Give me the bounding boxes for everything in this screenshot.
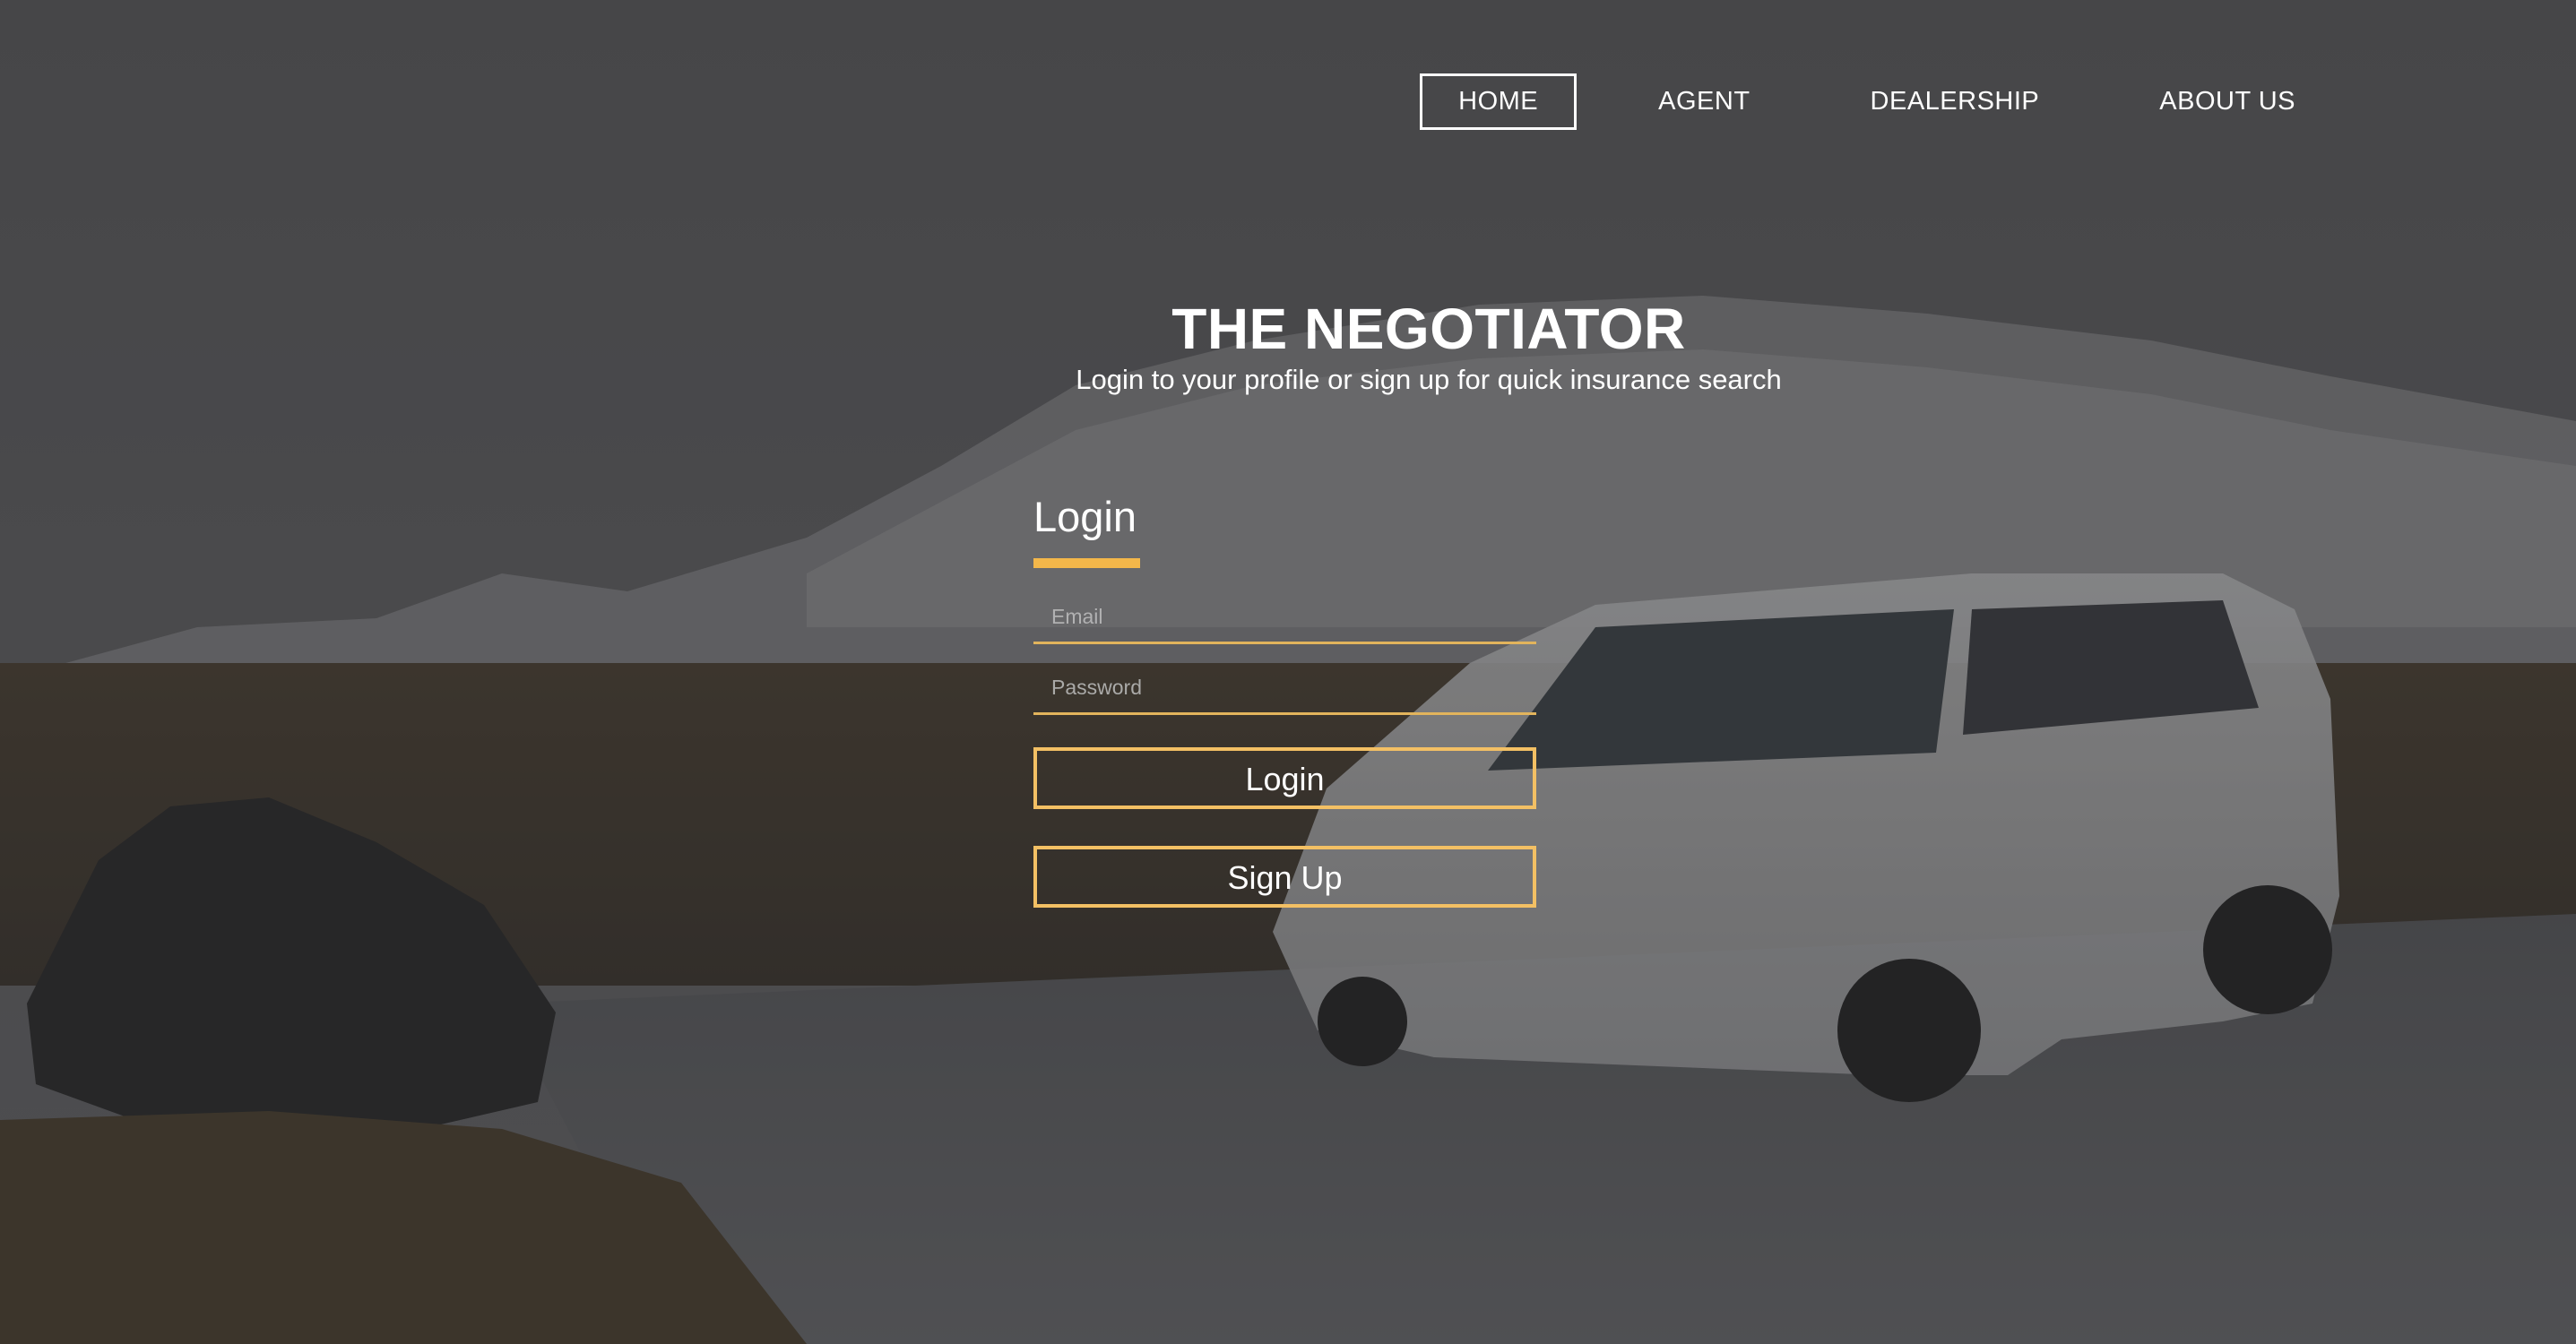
password-field[interactable] [1033,675,1536,700]
nav-item-agent[interactable]: AGENT [1620,73,1788,130]
email-field[interactable] [1033,604,1536,629]
password-field-wrapper [1033,662,1536,715]
page-subtitle: Login to your profile or sign up for qui… [1076,364,1782,395]
nav-item-about-us[interactable]: ABOUT US [2121,73,2334,130]
heading-accent-underline [1033,558,1140,568]
landing-page: HOME AGENT DEALERSHIP ABOUT US THE NEGOT… [0,0,2576,1344]
nav-item-dealership[interactable]: DEALERSHIP [1832,73,2079,130]
email-field-wrapper [1033,591,1536,644]
signup-button[interactable]: Sign Up [1033,846,1536,908]
login-button[interactable]: Login [1033,747,1536,809]
nav-item-home[interactable]: HOME [1420,73,1578,130]
login-heading: Login [1033,493,1137,540]
login-form: Login Login Sign Up [1033,488,1536,908]
page-title: THE NEGOTIATOR [1171,297,1686,361]
top-navigation: HOME AGENT DEALERSHIP ABOUT US [1420,73,2334,130]
